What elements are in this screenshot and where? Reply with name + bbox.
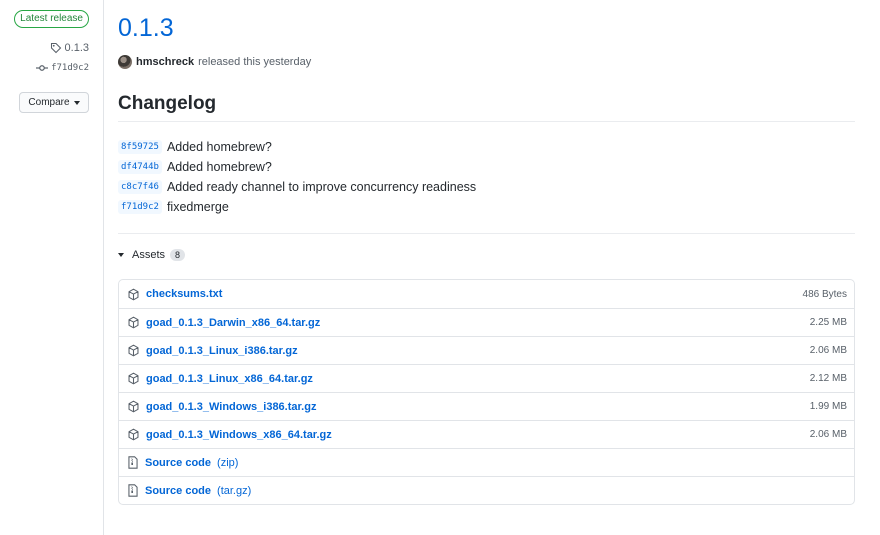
tag-icon [50,42,62,54]
commit-sha-link[interactable]: df4744b [118,160,162,174]
table-row: checksums.txt 486 Bytes [119,280,854,308]
asset-download-link[interactable]: goad_0.1.3_Windows_i386.tar.gz [146,401,316,413]
commit-sha-link[interactable]: f71d9c2 [118,200,162,214]
section-divider [118,233,855,234]
asset-size: 1.99 MB [809,401,847,412]
latest-release-badge: Latest release [14,10,89,28]
asset-download-link[interactable]: goad_0.1.3_Linux_i386.tar.gz [146,345,298,357]
triangle-down-icon [118,253,124,257]
asset-size: 486 Bytes [802,288,847,300]
commit-sha-link[interactable]: 8f59725 [118,140,162,154]
package-icon [127,316,140,329]
release-sidebar: Latest release 0.1.3 f71d9c2 Compare [0,0,104,535]
changelog-heading: Changelog [118,93,855,122]
assets-count-badge: 8 [170,249,186,261]
author-link[interactable]: hmschreck [136,56,194,68]
package-icon [127,400,140,413]
table-row: goad_0.1.3_Darwin_x86_64.tar.gz 2.25 MB [119,308,854,336]
source-code-format: (tar.gz) [217,484,252,497]
package-icon [127,288,140,301]
list-item: 8f59725 Added homebrew? [118,137,855,157]
assets-toggle[interactable]: Assets 8 [118,249,186,261]
release-byline: hmschreck released this yesterday [118,55,311,69]
avatar[interactable] [118,55,132,69]
package-icon [127,428,140,441]
compare-button-label: Compare [28,97,70,108]
package-icon [127,372,140,385]
asset-download-link[interactable]: checksums.txt [146,288,222,300]
released-text: released this yesterday [198,56,312,68]
package-icon [127,344,140,357]
table-row: Source code (zip) [119,448,854,476]
caret-down-icon [73,100,80,105]
assets-list: checksums.txt 486 Bytes goad_0.1.3_Darwi… [118,279,855,505]
commit-message: Added homebrew? [166,140,272,154]
assets-label: Assets [132,249,166,261]
table-row: goad_0.1.3_Linux_i386.tar.gz 2.06 MB [119,336,854,364]
asset-size: 2.06 MB [809,345,847,356]
commit-message: fixedmerge [166,200,229,214]
file-zip-icon [127,484,139,497]
table-row: goad_0.1.3_Linux_x86_64.tar.gz 2.12 MB [119,364,854,392]
asset-download-link[interactable]: goad_0.1.3_Windows_x86_64.tar.gz [146,429,332,441]
table-row: goad_0.1.3_Windows_i386.tar.gz 1.99 MB [119,392,854,420]
asset-size: 2.06 MB [809,429,847,440]
source-code-format: (zip) [217,456,239,469]
source-code-zip-link[interactable]: Source code (zip) [145,457,238,469]
list-item: f71d9c2 fixedmerge [118,197,855,217]
commit-message: Added homebrew? [166,160,272,174]
tag-label: 0.1.3 [64,42,89,54]
asset-size: 2.12 MB [809,373,847,384]
commit-link[interactable]: f71d9c2 [36,63,89,73]
source-code-label: Source code [145,456,212,469]
commit-label: f71d9c2 [51,63,89,73]
git-commit-icon [36,64,49,72]
source-code-targz-link[interactable]: Source code (tar.gz) [145,485,251,497]
asset-download-link[interactable]: goad_0.1.3_Linux_x86_64.tar.gz [146,373,313,385]
commit-sha-link[interactable]: c8c7f46 [118,180,162,194]
asset-size: 2.25 MB [809,317,847,328]
compare-button[interactable]: Compare [19,92,89,113]
file-zip-icon [127,456,139,469]
release-title[interactable]: 0.1.3 [118,14,174,43]
source-code-label: Source code [145,484,212,497]
list-item: c8c7f46 Added ready channel to improve c… [118,177,855,197]
commit-message: Added ready channel to improve concurren… [166,180,477,194]
tag-link[interactable]: 0.1.3 [50,42,89,54]
asset-download-link[interactable]: goad_0.1.3_Darwin_x86_64.tar.gz [146,317,320,329]
table-row: Source code (tar.gz) [119,476,854,504]
list-item: df4744b Added homebrew? [118,157,855,177]
commit-list: 8f59725 Added homebrew? df4744b Added ho… [118,137,855,217]
table-row: goad_0.1.3_Windows_x86_64.tar.gz 2.06 MB [119,420,854,448]
